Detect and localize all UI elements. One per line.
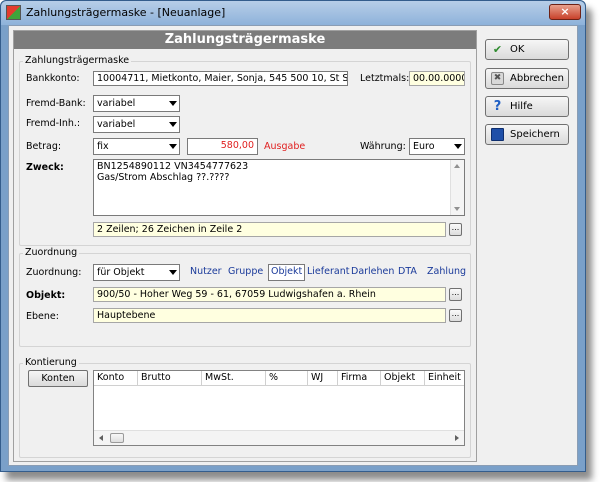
column-brutto[interactable]: Brutto — [138, 371, 202, 386]
waehrung-combo[interactable]: Euro — [409, 138, 465, 155]
chevron-down-icon — [169, 144, 177, 149]
close-button[interactable]: × — [549, 4, 581, 20]
tab-objekt[interactable]: Objekt — [268, 264, 306, 281]
help-icon: ? — [493, 99, 502, 114]
help-button-label: Hilfe — [510, 101, 533, 112]
zweck-line-2: Gas/Strom Abschlag ??.???? — [97, 172, 230, 183]
zweck-scrollbar[interactable] — [450, 160, 464, 215]
chevron-down-icon — [169, 122, 177, 127]
ebene-label: Ebene: — [26, 311, 59, 322]
objekt-field: 900/50 - Hoher Weg 59 - 61, 67059 Ludwig… — [93, 287, 446, 302]
konten-button[interactable]: Konten — [28, 370, 88, 387]
tab-dta[interactable]: DTA — [395, 264, 420, 281]
fremd-inh-combo[interactable]: variabel — [93, 116, 180, 133]
app-window: Zahlungsträgermaske - [Neuanlage] × Zahl… — [0, 0, 586, 472]
check-icon: ✔ — [492, 43, 503, 56]
letztmals-label: Letztmals: — [360, 73, 410, 84]
cancel-button[interactable]: ✖ Abbrechen — [485, 68, 569, 89]
objekt-label: Objekt: — [26, 290, 66, 301]
cancel-button-label: Abbrechen — [510, 73, 564, 84]
objekt-ellipsis-button[interactable]: ... — [449, 288, 462, 301]
kontierung-table: Konto Brutto MwSt. % WJ Firma Objekt Ein… — [93, 370, 465, 446]
column-percent[interactable]: % — [266, 371, 308, 386]
waehrung-value: Euro — [413, 141, 435, 152]
bankkonto-field[interactable]: 10004711, Mietkonto, Maier, Sonja, 545 5… — [93, 71, 348, 86]
assignment-tabs: Nutzer Gruppe Objekt Lieferant Darlehen … — [184, 264, 469, 281]
zweck-textarea[interactable]: BN1254890112 VN3454777623 Gas/Strom Absc… — [93, 159, 465, 216]
betrag-mode-combo[interactable]: fix — [93, 138, 180, 155]
chevron-down-icon — [454, 144, 462, 149]
bankkonto-label: Bankkonto: — [26, 73, 80, 84]
table-header: Konto Brutto MwSt. % WJ Firma Objekt Ein… — [94, 371, 464, 386]
title-bar[interactable]: Zahlungsträgermaske - [Neuanlage] × — [1, 1, 585, 25]
help-button[interactable]: ? Hilfe — [485, 96, 569, 117]
fremd-bank-combo[interactable]: variabel — [93, 95, 180, 112]
window-title: Zahlungsträgermaske - [Neuanlage] — [26, 6, 226, 19]
zweck-ellipsis-button[interactable]: ... — [449, 223, 462, 236]
chevron-down-icon — [169, 101, 177, 106]
column-mwst[interactable]: MwSt. — [202, 371, 266, 386]
tab-darlehen[interactable]: Darlehen — [348, 264, 397, 281]
form-banner: Zahlungsträgermaske — [14, 31, 476, 49]
cancel-icon: ✖ — [491, 72, 504, 85]
tab-zahlung[interactable]: Zahlung — [424, 264, 469, 281]
fremd-inh-label: Fremd-Inh.: — [26, 118, 81, 129]
scroll-right-icon[interactable] — [455, 435, 459, 441]
betrag-input[interactable]: 580,00 — [187, 138, 258, 155]
letztmals-field[interactable]: 00.00.0000 — [409, 71, 465, 86]
tab-lieferant[interactable]: Lieferant — [304, 264, 352, 281]
zweck-line-1: BN1254890112 VN3454777623 — [97, 161, 249, 172]
table-hscrollbar[interactable] — [94, 430, 464, 445]
column-firma[interactable]: Firma — [338, 371, 381, 386]
zuordnung-combo[interactable]: für Objekt — [93, 264, 180, 281]
form-panel: Zahlungsträgermaske Zahlungsträgermaske … — [13, 30, 477, 462]
tab-gruppe[interactable]: Gruppe — [225, 264, 266, 281]
group-kontierung-label: Kontierung — [23, 357, 79, 368]
column-einheit[interactable]: Einheit — [425, 371, 464, 386]
tab-nutzer[interactable]: Nutzer — [187, 264, 225, 281]
scroll-thumb[interactable] — [110, 433, 124, 443]
zweck-label: Zweck: — [26, 162, 64, 173]
save-button-label: Speichern — [510, 129, 560, 140]
fremd-bank-value: variabel — [97, 98, 136, 109]
group-zahlungstraeger-label: Zahlungsträgermaske — [23, 55, 132, 66]
ebene-field: Hauptebene — [93, 308, 446, 323]
floppy-disk-icon — [491, 128, 504, 141]
column-wj[interactable]: WJ — [308, 371, 338, 386]
scroll-left-icon[interactable] — [99, 435, 103, 441]
scroll-down-icon[interactable] — [454, 207, 460, 211]
zweck-info-field: 2 Zeilen; 26 Zeichen in Zeile 2 — [93, 222, 446, 237]
zuordnung-label: Zuordnung: — [26, 267, 82, 278]
ok-button[interactable]: ✔ OK — [485, 39, 569, 60]
scroll-up-icon[interactable] — [454, 164, 460, 168]
save-button[interactable]: Speichern — [485, 124, 569, 145]
ebene-ellipsis-button[interactable]: ... — [449, 309, 462, 322]
betrag-label: Betrag: — [26, 141, 62, 152]
ok-button-label: OK — [510, 44, 525, 55]
betrag-mode-value: fix — [97, 141, 109, 152]
chevron-down-icon — [169, 270, 177, 275]
fremd-bank-label: Fremd-Bank: — [26, 98, 86, 109]
dialog-client-area: Zahlungsträgermaske Zahlungsträgermaske … — [8, 25, 578, 466]
waehrung-label: Währung: — [360, 141, 406, 152]
betrag-type: Ausgabe — [264, 141, 306, 152]
column-konto[interactable]: Konto — [94, 371, 138, 386]
app-icon — [6, 5, 21, 20]
fremd-inh-value: variabel — [97, 119, 136, 130]
group-zuordnung-label: Zuordnung — [23, 247, 80, 258]
zuordnung-value: für Objekt — [97, 267, 145, 278]
column-objekt[interactable]: Objekt — [381, 371, 425, 386]
